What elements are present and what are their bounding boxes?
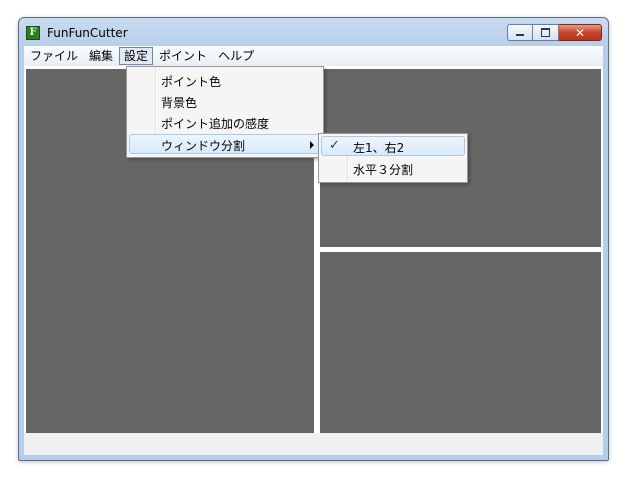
close-icon: ✕ — [574, 25, 586, 40]
menu-settings[interactable]: 設定 — [119, 47, 154, 65]
submenu-arrow-icon — [310, 141, 314, 149]
minimize-button[interactable] — [507, 24, 533, 41]
window-split-submenu: ✓ 左1、右2 水平３分割 — [318, 133, 468, 183]
app-icon[interactable]: F — [26, 26, 40, 40]
menu-point[interactable]: ポイント — [154, 47, 212, 65]
menu-help[interactable]: ヘルプ — [213, 47, 259, 65]
menu-file[interactable]: ファイル — [25, 47, 83, 65]
menu-item-window-split[interactable]: ウィンドウ分割 — [129, 134, 321, 154]
menu-item-label: 背景色 — [161, 96, 198, 110]
menu-edit[interactable]: 編集 — [84, 47, 118, 65]
menu-bar: ファイル 編集 設定 ポイント ヘルプ — [24, 46, 603, 66]
close-button[interactable]: ✕ — [559, 24, 602, 41]
menu-item-point-color[interactable]: ポイント色 — [129, 70, 321, 90]
caption-buttons: ✕ — [507, 24, 602, 41]
menu-item-label: ポイント色 — [161, 75, 222, 89]
check-icon: ✓ — [329, 138, 340, 153]
title-bar[interactable]: F FunFunCutter ✕ — [19, 18, 608, 46]
menu-item-label: ウィンドウ分割 — [161, 139, 246, 153]
submenu-item-left1-right2[interactable]: ✓ 左1、右2 — [321, 136, 465, 156]
menu-item-label: ポイント追加の感度 — [161, 117, 270, 131]
maximize-icon — [541, 28, 550, 37]
status-bar — [24, 433, 603, 455]
menu-item-background-color[interactable]: 背景色 — [129, 91, 321, 111]
settings-dropdown-menu: ポイント色 背景色 ポイント追加の感度 ウィンドウ分割 — [126, 66, 324, 158]
submenu-item-horizontal-3-split[interactable]: 水平３分割 — [321, 158, 465, 178]
menu-item-point-add-sensitivity[interactable]: ポイント追加の感度 — [129, 112, 321, 132]
maximize-button[interactable] — [533, 24, 559, 41]
minimize-icon — [516, 34, 524, 36]
right-bottom-pane[interactable] — [320, 252, 601, 433]
submenu-item-label: 水平３分割 — [353, 163, 414, 177]
submenu-item-label: 左1、右2 — [353, 141, 405, 155]
window-title: FunFunCutter — [47, 26, 128, 40]
